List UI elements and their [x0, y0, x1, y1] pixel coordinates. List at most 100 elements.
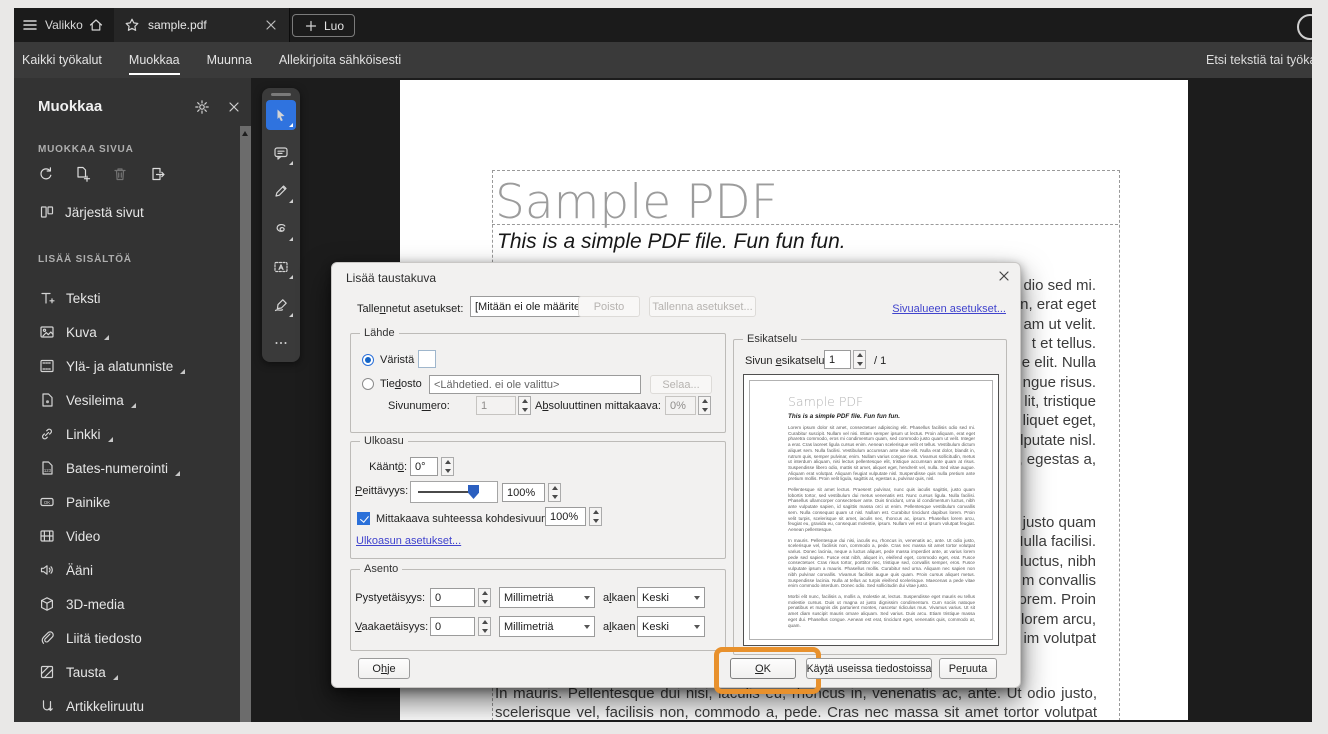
- sidebar-items: Teksti Kuva Ylä- ja alatunniste Vesileim…: [14, 281, 240, 722]
- rotation-field[interactable]: 0°: [410, 457, 438, 476]
- sidebar-item[interactable]: Video: [14, 519, 240, 553]
- home-button[interactable]: [88, 14, 104, 36]
- horizontal-anchor-value: Keski: [642, 620, 669, 633]
- body-text-line: orem. Proin: [1018, 591, 1096, 608]
- rotation-stepper[interactable]: [441, 457, 454, 476]
- sidebar-item[interactable]: 123 Bates-numerointi: [14, 451, 240, 485]
- page-range-options-link[interactable]: Sivualueen asetukset...: [892, 303, 1006, 315]
- opacity-label: Peittävyys:: [355, 485, 409, 497]
- vertical-distance-field[interactable]: 0: [430, 588, 475, 607]
- horizontal-distance-stepper[interactable]: [478, 617, 491, 636]
- help-button[interactable]: Oh je: [358, 658, 410, 679]
- delete-page-icon[interactable]: [108, 162, 131, 185]
- file-path-field[interactable]: <Lähdetied. ei ole valittu>: [429, 375, 641, 394]
- vertical-anchor-select[interactable]: Keski: [637, 587, 705, 608]
- text-box-tool-icon: [273, 259, 289, 275]
- vertical-distance-stepper[interactable]: [478, 588, 491, 607]
- cancel-button[interactable]: Pe r uuta: [939, 658, 997, 679]
- delete-settings-button[interactable]: Poisto: [578, 296, 640, 317]
- scale-relative-checkbox[interactable]: [357, 512, 370, 525]
- appearance-group: Ulkoasu Kääntö: 0° Peittävyys: 100% Mitt…: [350, 435, 726, 559]
- button-ok-icon: OK: [39, 494, 55, 510]
- file-radio[interactable]: [362, 378, 374, 390]
- sidebar-item[interactable]: 3D-media: [14, 587, 240, 621]
- audio-icon: [39, 562, 55, 578]
- search-tools-label[interactable]: Etsi tekstiä tai työkaluja: [1206, 53, 1312, 67]
- scroll-up-icon[interactable]: [242, 131, 248, 136]
- star-icon[interactable]: [124, 17, 140, 33]
- scale-stepper[interactable]: [589, 507, 602, 526]
- submenu-corner-icon: [289, 199, 293, 203]
- create-button[interactable]: Luo: [292, 14, 356, 37]
- slider-thumb[interactable]: [468, 485, 479, 499]
- menubar-item[interactable]: Muokkaa: [128, 42, 180, 78]
- sidebar-item[interactable]: Ääni: [14, 553, 240, 587]
- page-number-field[interactable]: 1: [476, 396, 516, 415]
- horizontal-from-label: alkaen: [603, 621, 636, 633]
- menubar-item[interactable]: Kaikki työkalut: [22, 42, 102, 78]
- sidebar-close-icon[interactable]: [226, 99, 242, 115]
- rail-tool-button[interactable]: [266, 328, 296, 358]
- attach-file-icon: [39, 630, 55, 646]
- sidebar-scrollbar[interactable]: [240, 126, 251, 722]
- preview-group-label: Esikatselu: [743, 333, 802, 345]
- sidebar-item[interactable]: OK Painike: [14, 485, 240, 519]
- extract-page-icon[interactable]: [145, 162, 168, 185]
- submenu-corner-icon: [107, 437, 113, 442]
- rail-tool-button[interactable]: [266, 290, 296, 320]
- rail-tool-button[interactable]: [266, 138, 296, 168]
- gear-icon[interactable]: [194, 99, 210, 115]
- rotate-page-icon[interactable]: [34, 162, 57, 185]
- apply-multiple-files-button[interactable]: Käy t ä useissa tiedostoissa: [806, 658, 932, 679]
- document-tab[interactable]: sample.pdf: [114, 8, 290, 42]
- dialog-close-icon[interactable]: [996, 268, 1012, 284]
- horizontal-unit-select[interactable]: Millimetriä: [499, 616, 595, 637]
- menu-button[interactable]: Valikko: [22, 14, 83, 36]
- color-swatch[interactable]: [418, 350, 436, 368]
- browse-button[interactable]: Selaa...: [650, 375, 712, 394]
- page-number-stepper[interactable]: [518, 396, 531, 415]
- horizontal-distance-field[interactable]: 0: [430, 617, 475, 636]
- cube-3d-icon: [39, 596, 55, 612]
- preview-page-field[interactable]: 1: [824, 350, 851, 369]
- opacity-stepper[interactable]: [548, 483, 561, 502]
- preview-paragraph: Pellentesque sit amet lectus. Praesent p…: [788, 487, 975, 532]
- scale-field[interactable]: 100%: [545, 507, 586, 526]
- profile-circle-icon[interactable]: [1297, 14, 1312, 40]
- sidebar-item[interactable]: Linkki: [14, 417, 240, 451]
- rail-tool-button[interactable]: [266, 214, 296, 244]
- sidebar-item[interactable]: Ylä- ja alatunniste: [14, 349, 240, 383]
- absolute-scale-field[interactable]: 0%: [665, 396, 696, 415]
- preview-page-stepper[interactable]: [853, 350, 866, 369]
- from-color-radio[interactable]: [362, 354, 374, 366]
- sidebar-item[interactable]: Vesileima: [14, 383, 240, 417]
- rail-tool-button[interactable]: [266, 100, 296, 130]
- appearance-options-link[interactable]: Ulkoasun asetukset...: [356, 535, 461, 547]
- plus-icon: [303, 18, 319, 34]
- absolute-scale-stepper[interactable]: [698, 396, 711, 415]
- sidebar-item[interactable]: Artikkeliruutu: [14, 689, 240, 722]
- rail-drag-handle[interactable]: [271, 93, 291, 96]
- sidebar-item[interactable]: Tausta: [14, 655, 240, 689]
- opacity-field[interactable]: 100%: [502, 483, 545, 502]
- rail-tool-button[interactable]: [266, 252, 296, 282]
- preview-page-label: Sivun esikatselu: [745, 355, 825, 367]
- ok-button[interactable]: OK: [730, 658, 796, 679]
- sidebar-item-organize-pages[interactable]: Järjestä sivut: [39, 204, 144, 220]
- preview-subtitle: This is a simple PDF file. Fun fun fun.: [788, 413, 900, 420]
- tab-close-icon[interactable]: [263, 17, 279, 33]
- insert-page-icon[interactable]: [71, 162, 94, 185]
- sidebar-item[interactable]: Liitä tiedosto: [14, 621, 240, 655]
- menubar-item[interactable]: Muunna: [207, 42, 252, 78]
- opacity-slider[interactable]: [410, 481, 498, 503]
- quick-tools-rail: [262, 88, 300, 362]
- menubar-item[interactable]: Allekirjoita sähköisesti: [279, 42, 401, 78]
- horizontal-anchor-select[interactable]: Keski: [637, 616, 705, 637]
- rail-tool-button[interactable]: [266, 176, 296, 206]
- sidebar-item[interactable]: Kuva: [14, 315, 240, 349]
- vertical-unit-select[interactable]: Millimetriä: [499, 587, 595, 608]
- body-text-line: am ut velit.: [1023, 316, 1096, 333]
- select-tool-icon: [273, 107, 289, 123]
- sidebar-item[interactable]: Teksti: [14, 281, 240, 315]
- save-settings-button[interactable]: Tallenna asetukset...: [649, 296, 756, 317]
